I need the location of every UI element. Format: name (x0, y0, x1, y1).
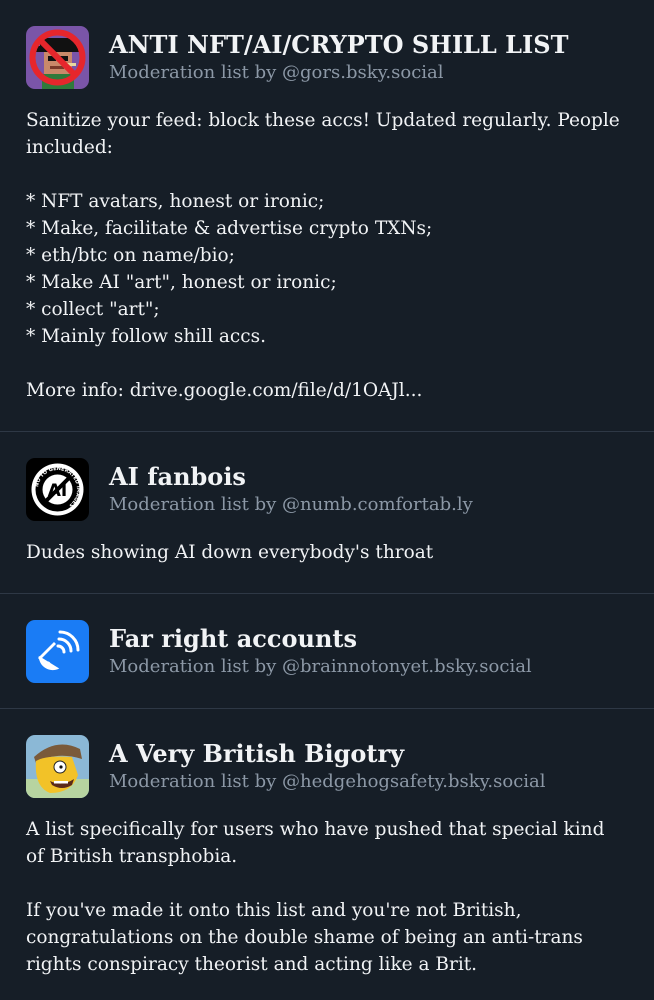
list-byline: Moderation list by @brainnotonyet.bsky.s… (109, 656, 532, 677)
list-item[interactable]: AI NO TO GENERATED IMAGES AI fanbois Mod… (0, 432, 654, 594)
cartoon-character-avatar-icon[interactable] (26, 735, 89, 798)
list-title[interactable]: A Very British Bigotry (109, 739, 546, 769)
list-byline: Moderation list by @gors.bsky.social (109, 62, 444, 83)
list-title[interactable]: ANTI NFT/AI/CRYPTO SHILL LIST (109, 30, 568, 60)
list-header: AI NO TO GENERATED IMAGES AI fanbois Mod… (26, 458, 628, 521)
list-description: Dudes showing AI down everybody's throat (26, 542, 434, 563)
list-header: ANTI NFT/AI/CRYPTO SHILL LIST Moderation… (26, 26, 628, 89)
pixel-avatar-icon[interactable] (26, 26, 89, 89)
list-byline: Moderation list by @numb.comfortab.ly (109, 494, 473, 515)
no-ai-images-logo-icon[interactable]: AI NO TO GENERATED IMAGES (26, 458, 89, 521)
satellite-dish-icon[interactable] (26, 620, 89, 683)
list-description: A list specifically for users who have p… (26, 819, 605, 975)
list-title[interactable]: AI fanbois (109, 462, 473, 492)
more-info-link[interactable]: drive.google.com/file/d/1OAJl... (130, 380, 423, 401)
list-header: A Very British Bigotry Moderation list b… (26, 735, 628, 798)
list-description-text: Sanitize your feed: block these accs! Up… (26, 110, 620, 401)
list-item[interactable]: Far right accounts Moderation list by @b… (0, 594, 654, 709)
moderation-lists: ANTI NFT/AI/CRYPTO SHILL LIST Moderation… (0, 0, 654, 1000)
list-header: Far right accounts Moderation list by @b… (26, 620, 628, 683)
list-item[interactable]: A Very British Bigotry Moderation list b… (0, 709, 654, 1000)
list-title[interactable]: Far right accounts (109, 624, 532, 654)
list-item[interactable]: ANTI NFT/AI/CRYPTO SHILL LIST Moderation… (0, 0, 654, 432)
list-byline: Moderation list by @hedgehogsafety.bsky.… (109, 771, 546, 792)
list-description: Sanitize your feed: block these accs! Up… (26, 107, 628, 404)
